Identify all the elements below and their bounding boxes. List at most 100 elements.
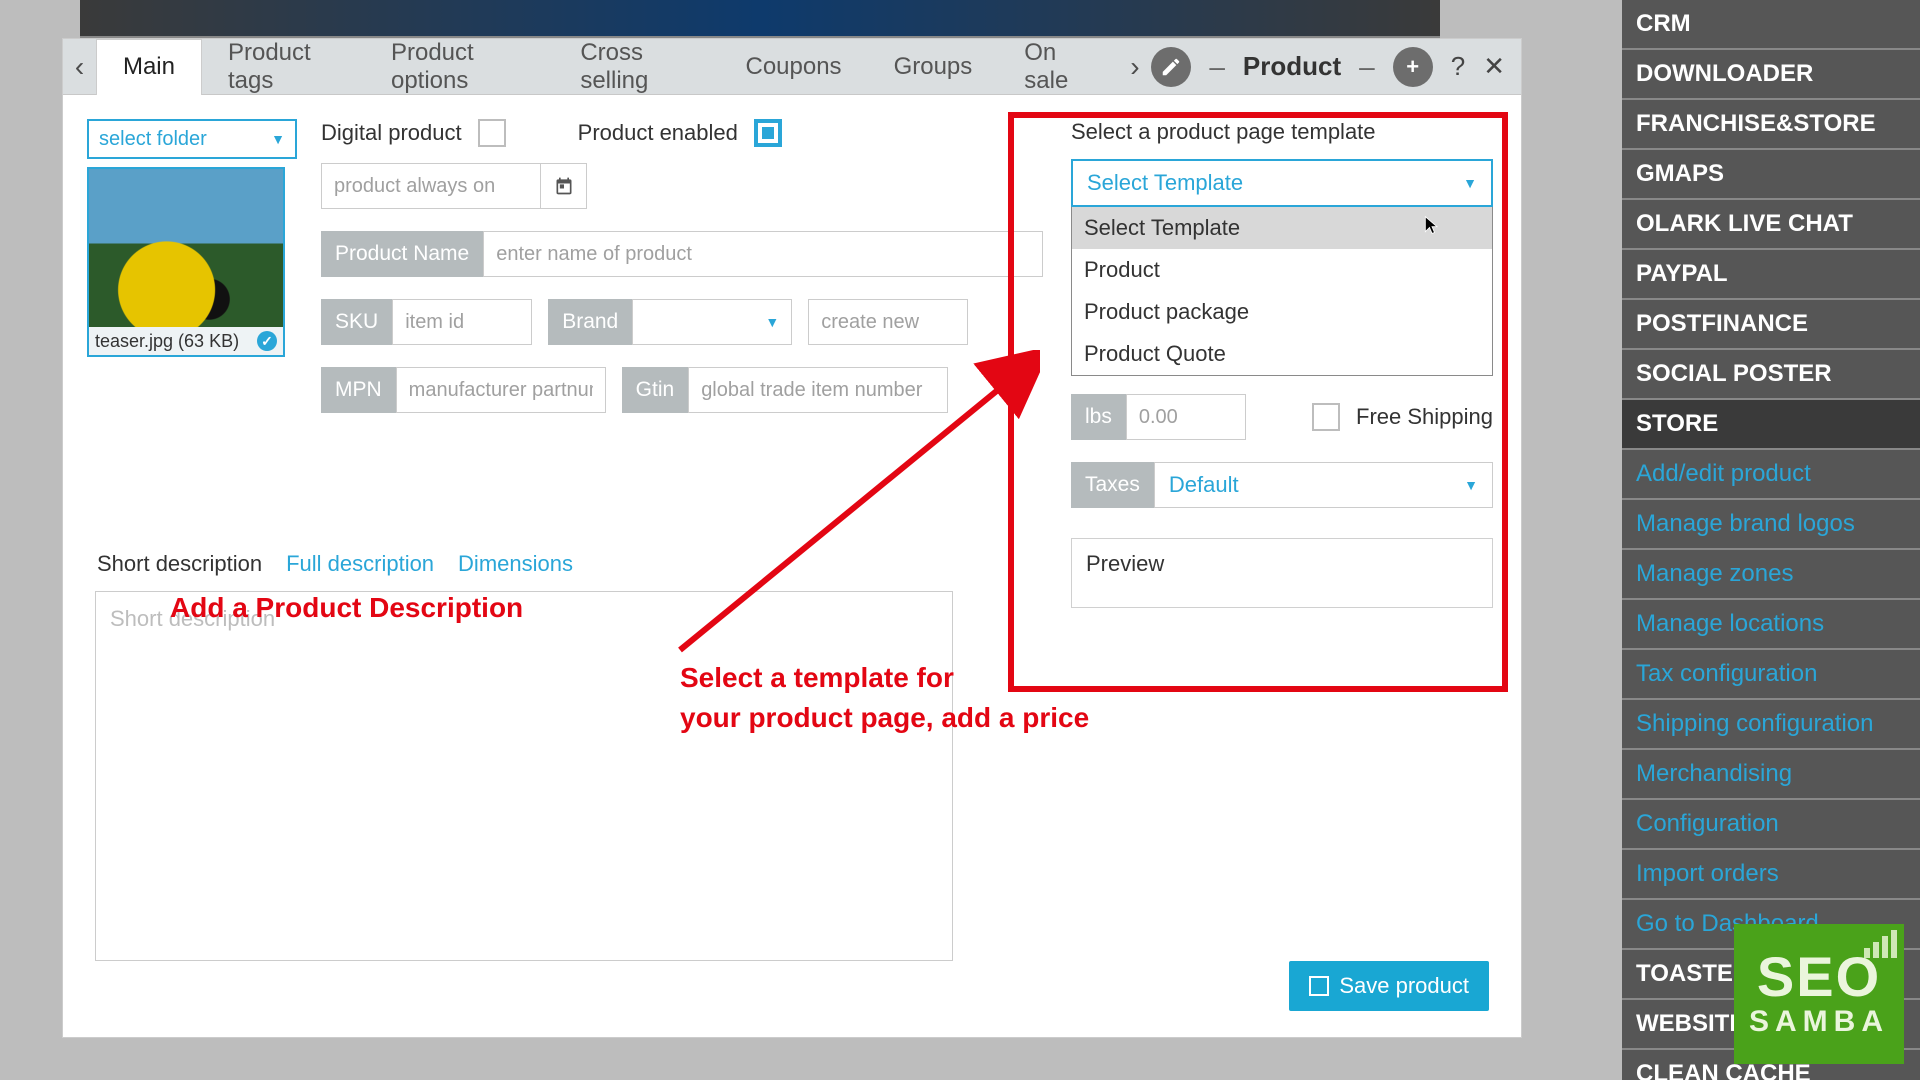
thumbnail-footer: teaser.jpg (63 KB) ✓ (89, 327, 283, 355)
desc-tab-full[interactable]: Full description (284, 547, 436, 581)
sidebar-link-add-edit-product[interactable]: Add/edit product (1622, 450, 1920, 500)
template-select[interactable]: Select Template ▼ (1071, 159, 1493, 207)
desc-tab-short[interactable]: Short description (95, 547, 264, 581)
gtin-input[interactable] (688, 367, 948, 413)
digital-product-checkbox[interactable] (478, 119, 506, 147)
description-placeholder: Short description (110, 606, 275, 631)
sidebar-link-shipping-configuration[interactable]: Shipping configuration (1622, 700, 1920, 750)
sidebar-item-franchise-store[interactable]: FRANCHISE&STORE (1622, 100, 1920, 150)
sku-label: SKU (321, 299, 392, 345)
sidebar-link-manage-brand-logos[interactable]: Manage brand logos (1622, 500, 1920, 550)
tab-groups[interactable]: Groups (868, 39, 999, 95)
row-taxes: Taxes Default ▼ (1071, 462, 1493, 508)
sidebar-item-social-poster[interactable]: SOCIAL POSTER (1622, 350, 1920, 400)
sidebar-item-paypal[interactable]: PAYPAL (1622, 250, 1920, 300)
folder-select-label: select folder (99, 128, 207, 151)
sidebar-item-gmaps[interactable]: GMAPS (1622, 150, 1920, 200)
tab-product-options[interactable]: Product options (365, 39, 554, 95)
preview-box: Preview (1071, 538, 1493, 608)
product-thumbnail[interactable]: teaser.jpg (63 KB) ✓ (87, 167, 285, 357)
taxes-select[interactable]: Default ▼ (1154, 462, 1493, 508)
admin-sidebar: CRM DOWNLOADER FRANCHISE&STORE GMAPS OLA… (1622, 0, 1920, 1080)
logo-text-samba: SAMBA (1749, 1005, 1889, 1039)
product-enabled-checkbox[interactable] (754, 119, 782, 147)
template-option[interactable]: Product Quote (1072, 333, 1492, 375)
product-editor-panel: ‹ Main Product tags Product options Cros… (62, 38, 1522, 1038)
edit-icon[interactable] (1151, 47, 1191, 87)
brand-label: Brand (548, 299, 632, 345)
tabs-prev-button[interactable]: ‹ (63, 39, 96, 95)
create-brand-input[interactable] (808, 299, 968, 345)
always-on-group (321, 163, 587, 209)
row-flags: Digital product Product enabled (321, 119, 1043, 209)
template-option[interactable]: Product package (1072, 291, 1492, 333)
template-option[interactable]: Product (1072, 249, 1492, 291)
dash-separator-2: – (1359, 51, 1375, 83)
free-shipping-checkbox[interactable] (1312, 403, 1340, 431)
mpn-input[interactable] (396, 367, 606, 413)
taxes-label: Taxes (1071, 462, 1154, 508)
thumbnail-filename: teaser.jpg (63 KB) (95, 331, 239, 352)
tab-product-tags[interactable]: Product tags (202, 39, 365, 95)
sidebar-link-import-orders[interactable]: Import orders (1622, 850, 1920, 900)
tab-coupons[interactable]: Coupons (719, 39, 867, 95)
mpn-label: MPN (321, 367, 396, 413)
help-icon[interactable]: ? (1451, 51, 1465, 82)
lbs-label: lbs (1071, 394, 1126, 440)
template-dropdown-list: Select Template Product Product package … (1071, 207, 1493, 376)
tab-cross-selling[interactable]: Cross selling (554, 39, 719, 95)
taxes-select-value: Default (1169, 472, 1239, 498)
close-icon[interactable]: ✕ (1483, 51, 1505, 82)
chevron-down-icon: ▼ (1463, 175, 1477, 191)
sidebar-item-downloader[interactable]: DOWNLOADER (1622, 50, 1920, 100)
sku-input[interactable] (392, 299, 532, 345)
sidebar-header-store[interactable]: STORE (1622, 400, 1920, 450)
tab-bar: ‹ Main Product tags Product options Cros… (63, 39, 1521, 95)
sidebar-link-configuration[interactable]: Configuration (1622, 800, 1920, 850)
check-icon: ✓ (257, 331, 277, 351)
row-weight-ship: lbs Free Shipping (1071, 394, 1493, 440)
brand-select[interactable]: ▼ (632, 299, 792, 345)
sidebar-link-tax-configuration[interactable]: Tax configuration (1622, 650, 1920, 700)
sidebar-link-merchandising[interactable]: Merchandising (1622, 750, 1920, 800)
tabs-next-button[interactable]: › (1118, 39, 1151, 95)
sidebar-link-manage-locations[interactable]: Manage locations (1622, 600, 1920, 650)
panel-title: Product (1243, 51, 1341, 82)
save-product-button[interactable]: Save product (1289, 961, 1489, 1011)
tab-on-sale[interactable]: On sale (998, 39, 1118, 95)
sidebar-item-olark[interactable]: OLARK LIVE CHAT (1622, 200, 1920, 250)
right-column: Select a product page template Select Te… (1067, 119, 1497, 608)
chevron-down-icon: ▼ (271, 131, 285, 147)
product-enabled-label: Product enabled (578, 120, 738, 146)
dash-separator: – (1209, 51, 1225, 83)
sidebar-item-crm[interactable]: CRM (1622, 0, 1920, 50)
template-section-label: Select a product page template (1071, 119, 1493, 145)
sidebar-link-manage-zones[interactable]: Manage zones (1622, 550, 1920, 600)
template-select-value: Select Template (1087, 170, 1243, 196)
chevron-down-icon: ▼ (1464, 477, 1478, 493)
template-option[interactable]: Select Template (1072, 207, 1492, 249)
product-name-input[interactable] (483, 231, 1043, 277)
toolbar-right: – Product – + ? ✕ (1151, 47, 1521, 87)
free-shipping-label: Free Shipping (1356, 404, 1493, 430)
desc-tab-dimensions[interactable]: Dimensions (456, 547, 575, 581)
gtin-label: Gtin (622, 367, 689, 413)
add-button[interactable]: + (1393, 47, 1433, 87)
seosamba-logo: SEO SAMBA (1734, 924, 1904, 1064)
preview-label: Preview (1086, 551, 1164, 576)
save-button-label: Save product (1339, 973, 1469, 999)
description-textarea[interactable]: Short description (95, 591, 953, 961)
sidebar-item-postfinance[interactable]: POSTFINANCE (1622, 300, 1920, 350)
product-name-label: Product Name (321, 231, 483, 277)
lbs-input[interactable] (1126, 394, 1246, 440)
tab-main[interactable]: Main (96, 39, 202, 95)
logo-chart-icon (1864, 930, 1898, 958)
row-product-name: Product Name (321, 231, 1043, 277)
always-on-input[interactable] (321, 163, 541, 209)
folder-select[interactable]: select folder ▼ (87, 119, 297, 159)
calendar-icon[interactable] (541, 163, 587, 209)
row-sku-brand: SKU Brand ▼ (321, 299, 1043, 345)
description-tabs: Short description Full description Dimen… (87, 547, 961, 581)
logo-text-seo: SEO (1757, 949, 1881, 1005)
digital-product-label: Digital product (321, 120, 462, 146)
